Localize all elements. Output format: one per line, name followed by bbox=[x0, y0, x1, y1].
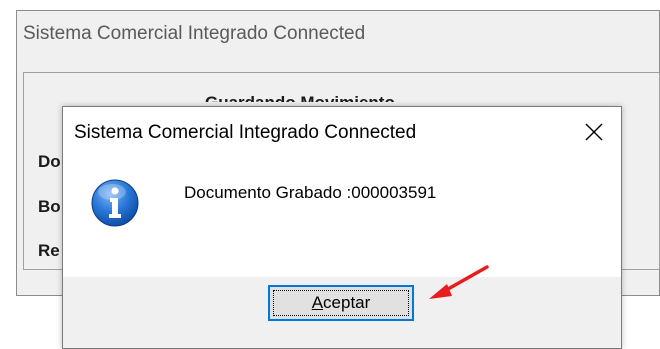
background-edge bbox=[0, 0, 16, 349]
background-window-title: Sistema Comercial Integrado Connected bbox=[23, 23, 366, 44]
red-arrow-icon bbox=[429, 265, 489, 299]
dialog-message: Documento Grabado :000003591 bbox=[184, 183, 437, 202]
dialog-titlebar[interactable]: Sistema Comercial Integrado Connected bbox=[63, 107, 621, 159]
dialog-body: Documento Grabado :000003591 bbox=[63, 159, 621, 277]
close-button[interactable] bbox=[567, 107, 621, 157]
dialog-title: Sistema Comercial Integrado Connected bbox=[74, 122, 417, 143]
aceptar-button[interactable]: Aceptar bbox=[268, 285, 414, 321]
information-icon bbox=[91, 179, 139, 227]
message-dialog: Sistema Comercial Integrado Connected Do… bbox=[62, 106, 622, 349]
aceptar-accelerator: A bbox=[311, 293, 324, 312]
dialog-footer: Aceptar bbox=[63, 277, 621, 348]
aceptar-button-label: Aceptar bbox=[312, 293, 371, 313]
aceptar-label-rest: ceptar bbox=[323, 293, 371, 312]
close-icon bbox=[585, 123, 603, 141]
screenshot-root: Sistema Comercial Integrado Connected Gu… bbox=[0, 0, 660, 349]
